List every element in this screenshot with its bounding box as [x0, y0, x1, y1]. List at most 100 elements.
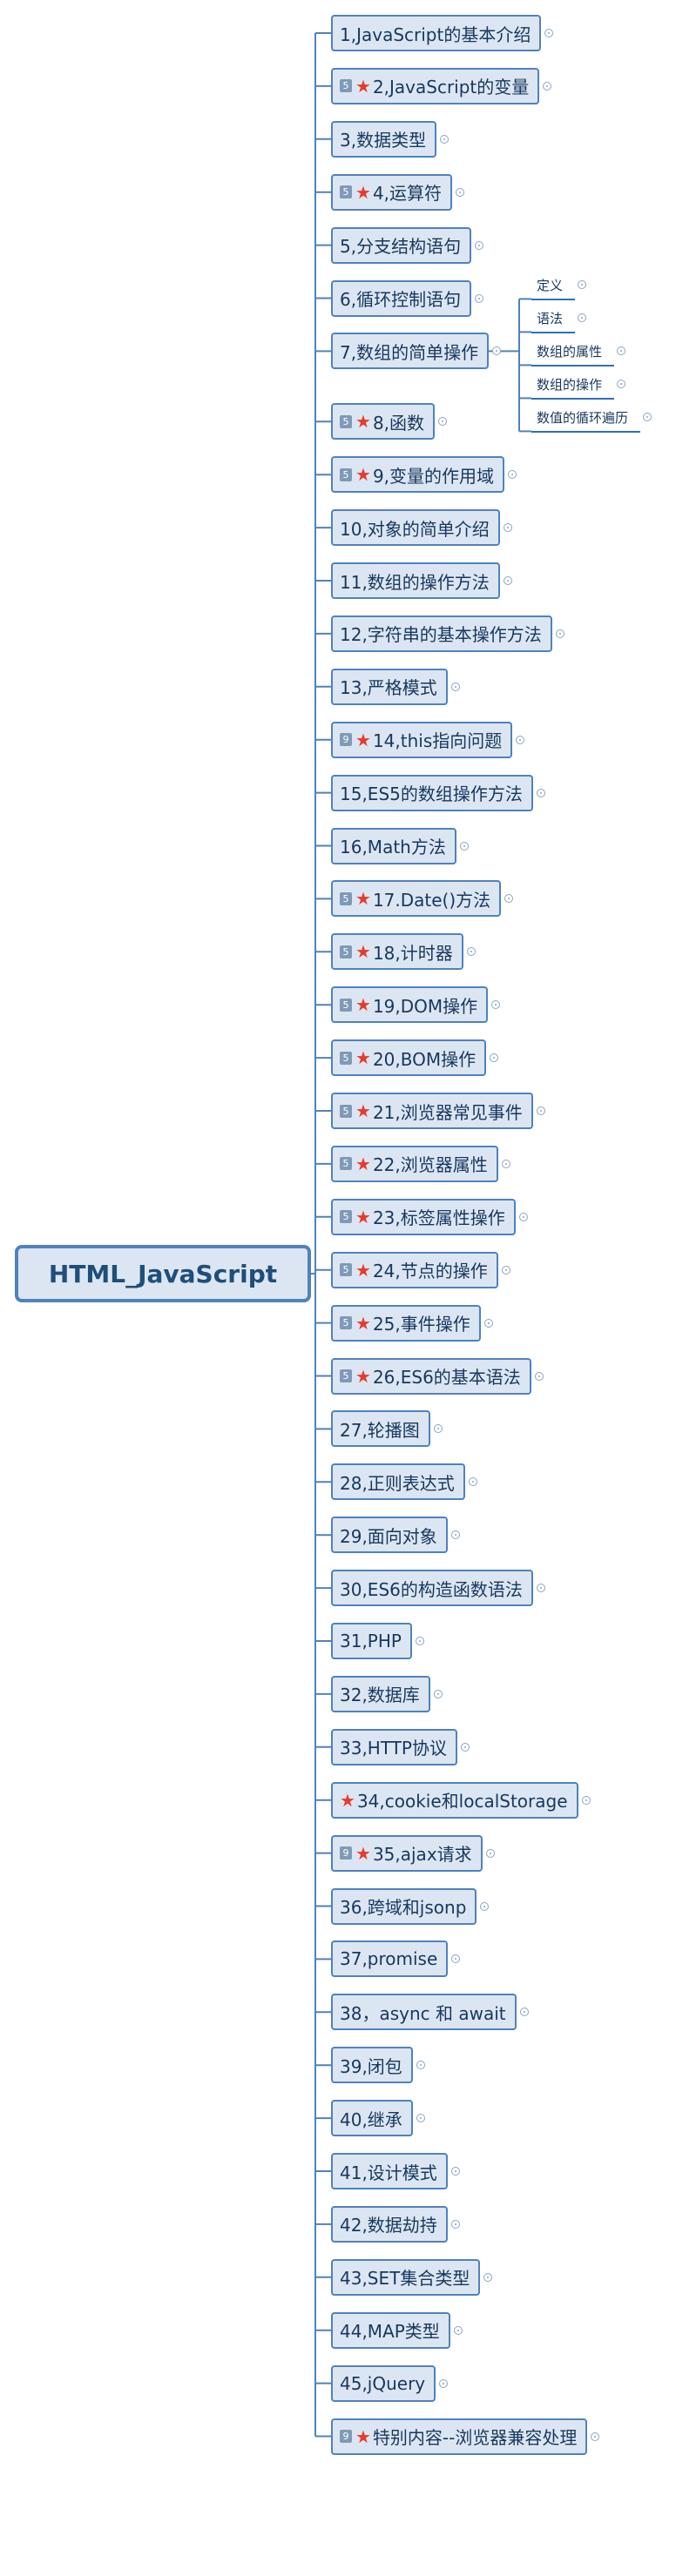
branch-node[interactable]: 3,数据类型	[331, 120, 437, 158]
star-icon: ★	[355, 1100, 371, 1121]
branch-node[interactable]: 39,闭包	[331, 2047, 413, 2084]
branch-node[interactable]: 5 ★ 8,函数	[331, 403, 436, 441]
branch-node[interactable]: 28,正则表达式	[331, 1463, 465, 1501]
branch-node[interactable]: 5 ★ 2,JavaScript的变量	[331, 67, 540, 104]
collapse-toggle-icon[interactable]	[451, 2219, 460, 2229]
branch-node[interactable]: 45,jQuery	[331, 2364, 436, 2402]
branch-node[interactable]: 9 ★ 14,this指向问题	[331, 721, 513, 758]
collapse-toggle-icon[interactable]	[582, 1795, 591, 1805]
collapse-toggle-icon[interactable]	[439, 2378, 448, 2388]
collapse-toggle-icon[interactable]	[451, 2167, 460, 2176]
collapse-toggle-icon[interactable]	[535, 1371, 544, 1381]
branch-node[interactable]: 29,面向对象	[331, 1517, 448, 1554]
branch-node[interactable]: 12,字符串的基本操作方法	[331, 615, 552, 652]
branch-node[interactable]: 38，async 和 await	[331, 1994, 517, 2031]
branch-node[interactable]: 37,promise	[331, 1940, 449, 1978]
collapse-toggle-icon[interactable]	[537, 788, 545, 797]
branch-node[interactable]: 5 ★ 26,ES6的基本语法	[331, 1357, 531, 1395]
branch-label: 41,设计模式	[340, 2162, 437, 2183]
branch-node[interactable]: 10,对象的简单介绍	[331, 509, 500, 547]
collapse-toggle-icon[interactable]	[461, 1742, 470, 1752]
collapse-toggle-icon[interactable]	[484, 1318, 493, 1328]
collapse-toggle-icon[interactable]	[456, 187, 464, 197]
sub-branch-node[interactable]: 语法	[531, 304, 575, 334]
branch-node[interactable]: 9 ★ 35,ajax请求	[331, 1834, 483, 1872]
branch-node[interactable]: 5 ★ 23,标签属性操作	[331, 1198, 516, 1235]
collapse-toggle-icon[interactable]	[480, 1901, 489, 1911]
priority-badge-icon: 5	[340, 467, 352, 481]
branch-node[interactable]: 11,数组的操作方法	[331, 562, 500, 599]
collapse-toggle-icon[interactable]	[537, 1106, 545, 1115]
collapse-toggle-icon[interactable]	[454, 2325, 463, 2335]
star-icon: ★	[355, 1365, 371, 1387]
branch-label: 22,浏览器属性	[372, 1154, 488, 1176]
collapse-toggle-icon[interactable]	[556, 629, 564, 638]
branch-node[interactable]: 5 ★ 25,事件操作	[331, 1304, 481, 1342]
branch-node[interactable]: 43,SET集合类型	[331, 2258, 481, 2296]
star-icon: ★	[355, 941, 371, 963]
branch-node[interactable]: 5 ★ 9,变量的作用域	[331, 456, 505, 494]
branch-node[interactable]: 5 ★ 21,浏览器常见事件	[331, 1093, 533, 1129]
branch-node[interactable]: 16,Math方法	[331, 827, 456, 864]
branch-node[interactable]: 36,跨域和jsonp	[331, 1887, 477, 1925]
collapse-toggle-icon[interactable]	[460, 841, 469, 851]
sub-branch-label: 数值的循环遍历	[537, 409, 629, 426]
branch-node[interactable]: 5 ★ 4,运算符	[331, 173, 453, 211]
branch-node[interactable]: 32,数据库	[331, 1675, 430, 1712]
branch-node[interactable]: 31,PHP	[331, 1623, 412, 1659]
branch-node[interactable]: 27,轮播图	[331, 1410, 430, 1448]
collapse-toggle-icon[interactable]	[475, 293, 483, 303]
collapse-toggle-icon[interactable]	[544, 29, 553, 37]
branch-node[interactable]: 9 ★ 特别内容--浏览器兼容处理	[331, 2418, 588, 2455]
priority-badge-icon: 9	[340, 2430, 352, 2443]
star-icon: ★	[355, 729, 371, 750]
collapse-toggle-icon[interactable]	[591, 2431, 599, 2441]
branch-node[interactable]: 5 ★ 18,计时器	[331, 933, 463, 971]
collapse-toggle-icon[interactable]	[486, 1848, 495, 1858]
sub-branch-node[interactable]: 数值的循环遍历	[531, 403, 640, 434]
branch-node[interactable]: 13,严格模式	[331, 668, 448, 705]
branch-label: 19,DOM操作	[372, 995, 478, 1017]
branch-node[interactable]: 5 ★ 22,浏览器属性	[331, 1145, 498, 1182]
branch-node[interactable]: 5 ★ 20,BOM操作	[331, 1039, 487, 1077]
collapse-toggle-icon[interactable]	[475, 240, 483, 250]
branch-node[interactable]: 7,数组的简单操作	[331, 333, 490, 370]
branch-node[interactable]: 40,继承	[331, 2100, 413, 2137]
branch-label: 9,变量的作用域	[372, 465, 495, 487]
collapse-toggle-icon[interactable]	[519, 1212, 528, 1221]
branch-node[interactable]: 1,JavaScript的基本介绍	[331, 15, 542, 51]
branch-node[interactable]: 5,分支结构语句	[331, 226, 472, 264]
branch-node[interactable]: ★ 34,cookie和localStorage	[331, 1781, 578, 1819]
branch-node[interactable]: 5 ★ 17.Date()方法	[331, 880, 502, 918]
priority-badge-icon: 5	[340, 1051, 352, 1065]
root-node[interactable]: HTML_JavaScript	[15, 1245, 311, 1302]
sub-branch-node[interactable]: 数组的操作	[531, 370, 614, 400]
branch-node[interactable]: 6,循环控制语句	[331, 279, 472, 317]
collapse-toggle-icon[interactable]	[483, 2272, 492, 2282]
collapse-toggle-icon[interactable]	[543, 81, 551, 91]
branch-label: 8,函数	[372, 412, 425, 434]
branch-label: 17.Date()方法	[372, 889, 491, 911]
priority-badge-icon: 5	[340, 1369, 352, 1382]
branch-node[interactable]: 42,数据劫持	[331, 2205, 448, 2243]
branch-node[interactable]: 30,ES6的构造函数语法	[331, 1570, 533, 1607]
branch-node[interactable]: 5 ★ 19,DOM操作	[331, 986, 489, 1024]
branch-node[interactable]: 44,MAP类型	[331, 2311, 450, 2349]
collapse-toggle-icon[interactable]	[502, 1159, 510, 1168]
branch-label: 27,轮播图	[340, 1419, 420, 1441]
branch-label: 31,PHP	[340, 1631, 402, 1651]
star-icon: ★	[355, 1206, 371, 1227]
collapse-toggle-icon[interactable]	[440, 134, 449, 144]
branch-node[interactable]: 33,HTTP协议	[331, 1728, 457, 1766]
branch-node[interactable]: 41,设计模式	[331, 2153, 448, 2189]
collapse-toggle-icon[interactable]	[502, 1265, 510, 1275]
branch-node[interactable]: 5 ★ 24,节点的操作	[331, 1251, 498, 1288]
collapse-toggle-icon[interactable]	[516, 735, 524, 744]
branch-node[interactable]: 15,ES5的数组操作方法	[331, 774, 533, 811]
collapse-toggle-icon[interactable]	[416, 1637, 424, 1645]
sub-branch-node[interactable]: 数组的属性	[531, 337, 614, 367]
collapse-toggle-icon[interactable]	[451, 682, 460, 691]
collapse-toggle-icon[interactable]	[504, 576, 512, 585]
collapse-toggle-icon[interactable]	[434, 1689, 443, 1698]
sub-branch-node[interactable]: 定义	[531, 271, 575, 301]
